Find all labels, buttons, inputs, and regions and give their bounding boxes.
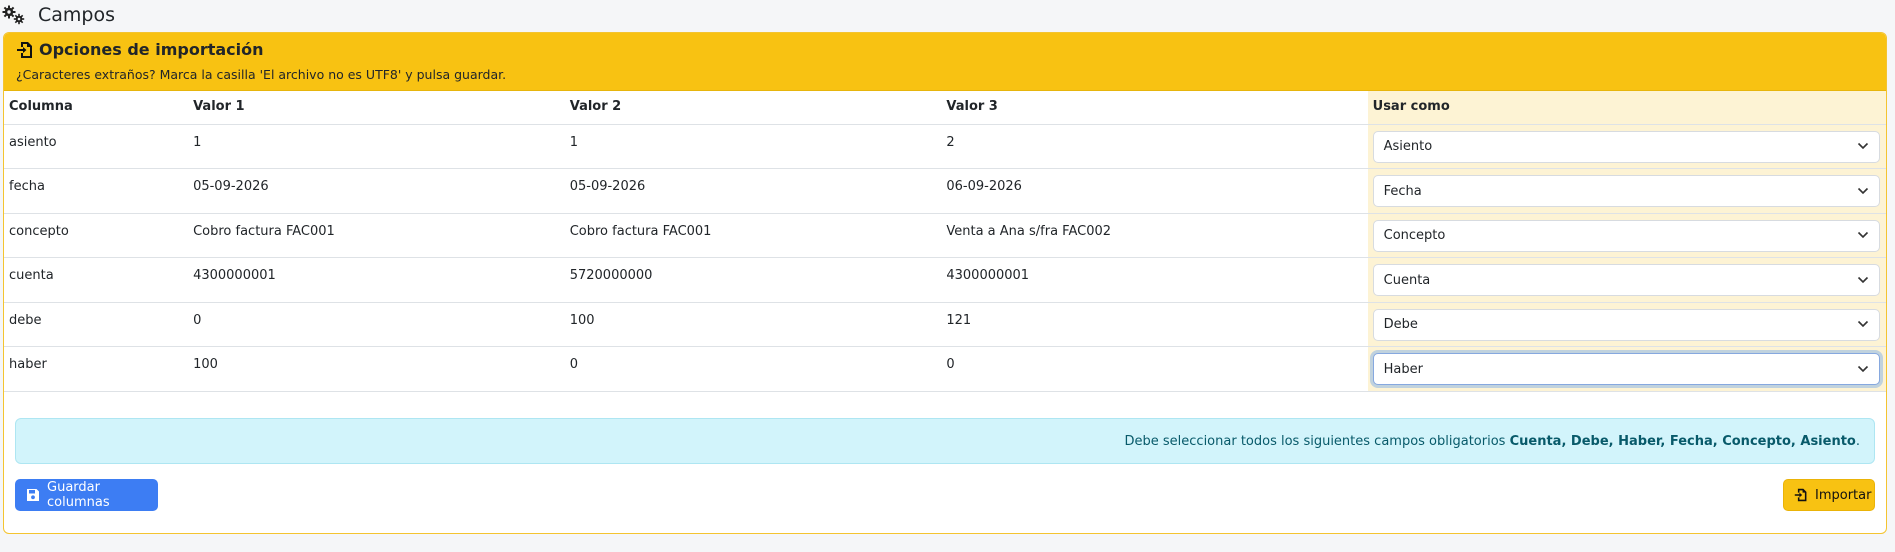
page-title: Campos: [38, 4, 116, 26]
use-as-select[interactable]: Cuenta: [1372, 264, 1880, 296]
chevron-down-icon: [1857, 184, 1869, 199]
cell-column: cuenta: [4, 257, 189, 303]
cell-use-as: Concepto: [1367, 213, 1886, 258]
save-icon: [26, 488, 40, 502]
import-label: Importar: [1815, 487, 1872, 503]
use-as-select[interactable]: Fecha: [1372, 175, 1880, 207]
save-columns-button[interactable]: Guardar columnas: [15, 479, 158, 511]
cell-value-1: Cobro factura FAC001: [188, 213, 565, 258]
cell-value-2: 5720000000: [564, 257, 942, 303]
cell-value-2: 1: [564, 124, 942, 169]
cell-use-as: Cuenta: [1367, 257, 1886, 303]
card-header: Opciones de importación ¿Caracteres extr…: [4, 33, 1886, 91]
chevron-down-icon: [1857, 317, 1869, 332]
use-as-select[interactable]: Debe: [1372, 308, 1880, 341]
select-value: Debe: [1383, 317, 1418, 332]
cell-column: debe: [4, 302, 189, 347]
cell-value-2: 0: [564, 346, 942, 392]
card-title: Opciones de importación: [16, 40, 1874, 59]
cell-use-as: Debe: [1367, 302, 1886, 347]
chevron-down-icon: [1857, 273, 1869, 288]
header-value-3: Valor 3: [941, 91, 1368, 125]
cell-value-3: 4300000001: [941, 257, 1368, 303]
cell-column: haber: [4, 346, 189, 392]
chevron-down-icon: [1857, 362, 1869, 377]
cell-value-2: 100: [564, 302, 942, 347]
required-fields-alert: Debe seleccionar todos los siguientes ca…: [15, 418, 1875, 464]
cell-value-1: 05-09-2026: [188, 168, 565, 214]
cell-value-3: 0: [941, 346, 1368, 392]
table-row: debe 0 100 121 Debe: [4, 302, 1886, 347]
alert-end: .: [1855, 433, 1860, 449]
import-options-card: Opciones de importación ¿Caracteres extr…: [3, 32, 1887, 534]
import-button[interactable]: Importar: [1783, 479, 1875, 511]
cell-value-1: 100: [188, 346, 565, 392]
table-row: concepto Cobro factura FAC001 Cobro fact…: [4, 213, 1886, 258]
table-row: fecha 05-09-2026 05-09-2026 06-09-2026 F…: [4, 168, 1886, 214]
table-row: haber 100 0 0 Haber: [4, 346, 1886, 392]
use-as-select[interactable]: Concepto: [1372, 219, 1880, 252]
use-as-select[interactable]: Haber: [1372, 353, 1880, 385]
cell-column: asiento: [4, 124, 189, 169]
cell-value-2: 05-09-2026: [564, 168, 942, 214]
select-value: Concepto: [1383, 228, 1446, 243]
header-use-as: Usar como: [1367, 91, 1886, 125]
cell-value-3: 121: [941, 302, 1368, 347]
columns-table: Columna Valor 1 Valor 2 Valor 3 Usar com…: [4, 91, 1886, 392]
cell-value-3: 2: [941, 124, 1368, 169]
select-value: Cuenta: [1383, 272, 1431, 288]
header-value-2: Valor 2: [564, 91, 942, 125]
select-value: Asiento: [1383, 139, 1433, 154]
cell-use-as: Haber: [1367, 346, 1886, 392]
cell-value-1: 0: [188, 302, 565, 347]
cell-value-2: Cobro factura FAC001: [564, 213, 942, 258]
card-title-text: Opciones de importación: [39, 40, 264, 59]
select-value: Fecha: [1383, 183, 1422, 199]
table-row: cuenta 4300000001 5720000000 4300000001 …: [4, 257, 1886, 303]
cell-value-1: 1: [188, 124, 565, 169]
save-columns-label: Guardar columnas: [47, 480, 110, 510]
table-header-row: Columna Valor 1 Valor 2 Valor 3 Usar com…: [4, 91, 1886, 125]
cell-value-3: Venta a Ana s/fra FAC002: [941, 213, 1368, 258]
table-row: asiento 1 1 2 Asiento: [4, 124, 1886, 169]
cell-column: fecha: [4, 168, 189, 214]
header-column: Columna: [4, 91, 189, 125]
chevron-down-icon: [1857, 228, 1869, 243]
alert-required-fields: Cuenta, Debe, Haber, Fecha, Concepto, As…: [1509, 433, 1856, 449]
cell-use-as: Asiento: [1367, 124, 1886, 169]
alert-text: Debe seleccionar todos los siguientes ca…: [1124, 433, 1506, 449]
chevron-down-icon: [1857, 139, 1869, 154]
cell-column: concepto: [4, 213, 189, 258]
select-value: Haber: [1383, 361, 1423, 377]
use-as-select[interactable]: Asiento: [1372, 130, 1880, 163]
card-subtitle: ¿Caracteres extraños? Marca la casilla '…: [16, 67, 507, 82]
cell-value-1: 4300000001: [188, 257, 565, 303]
cell-use-as: Fecha: [1367, 168, 1886, 214]
gears-icon: [2, 5, 28, 25]
file-import-icon: [16, 41, 34, 59]
cell-value-3: 06-09-2026: [941, 168, 1368, 214]
page-header: Campos: [0, 0, 1895, 30]
header-value-1: Valor 1: [188, 91, 565, 125]
file-import-icon: [1794, 488, 1808, 502]
